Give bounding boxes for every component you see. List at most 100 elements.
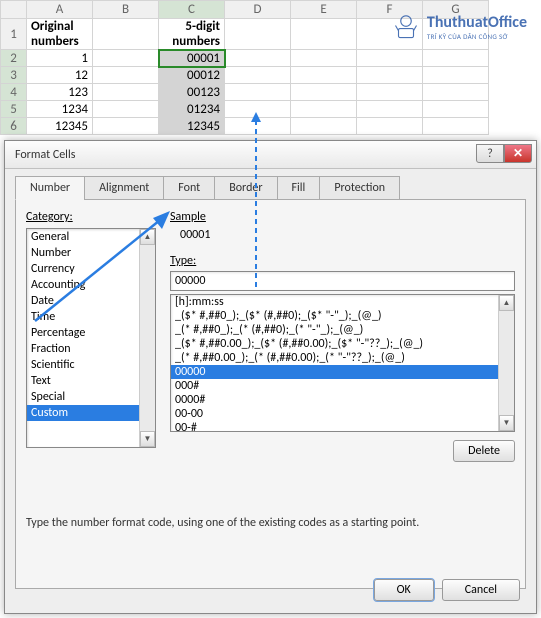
- format-item[interactable]: 000#: [171, 379, 498, 393]
- category-item[interactable]: Fraction: [27, 341, 139, 357]
- col-header-b[interactable]: B: [93, 1, 159, 19]
- col-header-d[interactable]: D: [225, 1, 291, 19]
- cell[interactable]: 01234: [159, 101, 225, 118]
- col-header-a[interactable]: A: [27, 1, 93, 19]
- scroll-up-icon[interactable]: ▲: [140, 229, 155, 245]
- cell[interactable]: [357, 50, 423, 67]
- format-list[interactable]: [h]:mm:ss _($* #,##0_);_($* (#,##0);_($*…: [170, 294, 515, 432]
- category-item[interactable]: Currency: [27, 261, 139, 277]
- category-item[interactable]: Text: [27, 373, 139, 389]
- cell[interactable]: 1234: [27, 101, 93, 118]
- category-item[interactable]: Accounting: [27, 277, 139, 293]
- type-input[interactable]: [170, 271, 515, 291]
- watermark-logo: ThuthuatOffice TRÍ KỲ CỦA DÂN CÔNG SỞ: [391, 12, 527, 42]
- category-item[interactable]: Number: [27, 245, 139, 261]
- cell[interactable]: [291, 50, 357, 67]
- cell[interactable]: [93, 101, 159, 118]
- category-item[interactable]: Percentage: [27, 325, 139, 341]
- cell[interactable]: [291, 118, 357, 135]
- close-button[interactable]: ✕: [504, 144, 532, 163]
- help-button[interactable]: ?: [476, 144, 504, 163]
- scroll-down-icon[interactable]: ▼: [499, 415, 514, 431]
- cell[interactable]: [423, 84, 489, 101]
- cell[interactable]: [225, 50, 291, 67]
- tab-alignment[interactable]: Alignment: [84, 176, 164, 200]
- category-item[interactable]: Scientific: [27, 357, 139, 373]
- tab-number[interactable]: Number: [15, 176, 85, 200]
- cell[interactable]: 12345: [159, 118, 225, 135]
- col-header-c[interactable]: C: [159, 1, 225, 19]
- cell[interactable]: [423, 101, 489, 118]
- select-all-corner[interactable]: [1, 1, 27, 19]
- cell[interactable]: 00001: [159, 50, 225, 67]
- cell[interactable]: 12: [27, 67, 93, 84]
- cell[interactable]: [225, 67, 291, 84]
- row-header-3[interactable]: 3: [1, 67, 27, 84]
- cell[interactable]: [357, 118, 423, 135]
- format-item-selected[interactable]: 00000: [171, 365, 498, 379]
- cell[interactable]: 00123: [159, 84, 225, 101]
- cell[interactable]: [225, 19, 291, 50]
- dialog-titlebar[interactable]: Format Cells ? ✕: [5, 141, 536, 169]
- cell[interactable]: [423, 50, 489, 67]
- cancel-button[interactable]: Cancel: [442, 579, 520, 601]
- cell[interactable]: [291, 19, 357, 50]
- format-item[interactable]: _(* #,##0.00_);_(* (#,##0.00);_(* "-"??_…: [171, 351, 498, 365]
- cell[interactable]: [423, 118, 489, 135]
- cell[interactable]: [291, 67, 357, 84]
- cell[interactable]: [291, 101, 357, 118]
- type-label: Type:: [170, 254, 515, 268]
- format-item[interactable]: _($* #,##0_);_($* (#,##0);_($* "-"_);_(@…: [171, 309, 498, 323]
- format-item[interactable]: [h]:mm:ss: [171, 295, 498, 309]
- cell[interactable]: Original numbers: [27, 19, 93, 50]
- delete-button[interactable]: Delete: [453, 440, 515, 462]
- col-header-e[interactable]: E: [291, 1, 357, 19]
- cell[interactable]: [93, 84, 159, 101]
- row-header-5[interactable]: 5: [1, 101, 27, 118]
- scrollbar[interactable]: ▲ ▼: [498, 295, 514, 431]
- cell[interactable]: 1: [27, 50, 93, 67]
- cell[interactable]: [225, 84, 291, 101]
- format-item[interactable]: 00-#: [171, 421, 498, 432]
- row-header-4[interactable]: 4: [1, 84, 27, 101]
- format-item[interactable]: _($* #,##0.00_);_($* (#,##0.00);_($* "-"…: [171, 337, 498, 351]
- category-item[interactable]: Date: [27, 293, 139, 309]
- cell[interactable]: 00012: [159, 67, 225, 84]
- category-listbox[interactable]: General Number Currency Accounting Date …: [26, 228, 156, 448]
- format-item[interactable]: 0000#: [171, 393, 498, 407]
- format-item[interactable]: 00-00: [171, 407, 498, 421]
- row-header-2[interactable]: 2: [1, 50, 27, 67]
- cell[interactable]: 123: [27, 84, 93, 101]
- sample-value: 00001: [180, 228, 515, 242]
- row-header-1[interactable]: 1: [1, 19, 27, 50]
- cell[interactable]: [93, 67, 159, 84]
- scrollbar[interactable]: ▲ ▼: [139, 229, 155, 447]
- scroll-up-icon[interactable]: ▲: [499, 295, 514, 311]
- cell[interactable]: 12345: [27, 118, 93, 135]
- cell[interactable]: 5-digit numbers: [159, 19, 225, 50]
- cell[interactable]: [93, 118, 159, 135]
- ok-button[interactable]: OK: [374, 579, 434, 601]
- cell[interactable]: [93, 50, 159, 67]
- help-text: Type the number format code, using one o…: [26, 516, 515, 530]
- scroll-down-icon[interactable]: ▼: [140, 431, 155, 447]
- watermark-title: ThuthuatOffice: [427, 13, 527, 32]
- format-item[interactable]: _(* #,##0_);_(* (#,##0);_(* "-"_);_(@_): [171, 323, 498, 337]
- row-header-6[interactable]: 6: [1, 118, 27, 135]
- cell[interactable]: [357, 101, 423, 118]
- tab-font[interactable]: Font: [163, 176, 215, 200]
- tab-protection[interactable]: Protection: [319, 176, 400, 200]
- category-item[interactable]: General: [27, 229, 139, 245]
- category-item[interactable]: Special: [27, 389, 139, 405]
- cell[interactable]: [423, 67, 489, 84]
- cell[interactable]: [291, 84, 357, 101]
- cell[interactable]: [357, 84, 423, 101]
- cell[interactable]: [93, 19, 159, 50]
- category-item[interactable]: Time: [27, 309, 139, 325]
- tab-border[interactable]: Border: [214, 176, 277, 200]
- category-item-custom[interactable]: Custom: [27, 405, 139, 421]
- cell[interactable]: [225, 101, 291, 118]
- cell[interactable]: [225, 118, 291, 135]
- tab-fill[interactable]: Fill: [277, 176, 321, 200]
- cell[interactable]: [357, 67, 423, 84]
